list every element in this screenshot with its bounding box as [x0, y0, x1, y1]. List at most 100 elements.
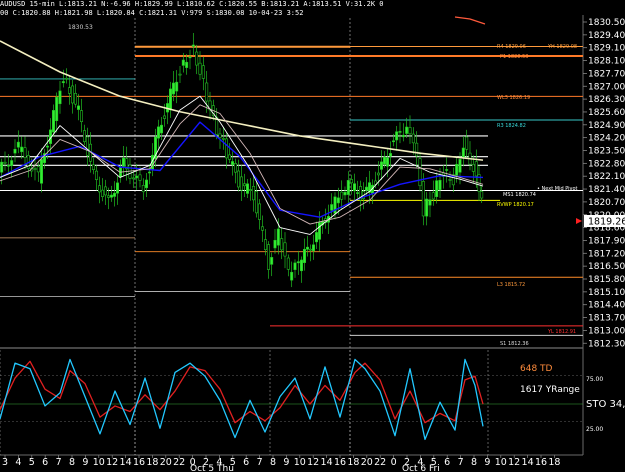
time-tick-label: 6	[444, 457, 450, 468]
candle-body	[101, 189, 105, 197]
ms1-label: MS1 1820.74	[503, 192, 536, 198]
candle-body	[45, 145, 49, 148]
candle-body	[185, 61, 189, 68]
price-tick-label: 1817.90	[588, 236, 625, 246]
candle-body	[249, 189, 253, 191]
time-tick-label: 12	[307, 457, 319, 468]
price-tick-label: 1830.50	[588, 18, 625, 28]
candle-body	[395, 131, 399, 141]
time-tick-label: 9	[283, 457, 289, 468]
candle-body	[411, 133, 415, 144]
candle-body	[201, 65, 205, 79]
rvwp-label: RVWP 1820.17	[497, 202, 534, 208]
candle-body	[65, 77, 69, 80]
yl-label: YL 1812.91	[547, 329, 576, 335]
price-tick-label: 1827.70	[588, 69, 625, 79]
candle-body	[71, 85, 75, 104]
candle-body	[181, 59, 185, 66]
time-tick-label: 9	[82, 457, 88, 468]
candle-body	[243, 183, 247, 187]
sto-label: STO 34,	[586, 399, 625, 410]
candle-body	[163, 115, 167, 119]
time-tick-label: 10	[294, 457, 306, 468]
candle-body	[77, 105, 81, 110]
candle-body	[95, 170, 99, 180]
candle-body	[346, 180, 350, 195]
candle-body	[33, 168, 37, 170]
candle-body	[376, 172, 380, 176]
candle-body	[195, 51, 199, 66]
series-ema-fast-b	[0, 104, 484, 225]
time-tick-label: 7	[56, 457, 62, 468]
candle-body	[270, 257, 274, 265]
price-tick-label: 1812.30	[588, 339, 625, 349]
high-marker-label: 1830.53	[68, 24, 93, 31]
time-tick-label: 6	[42, 457, 48, 468]
price-tick-label: 1824.90	[588, 121, 625, 131]
price-tick-label: 1822.80	[588, 159, 625, 169]
p1-label: P1 1828.53	[500, 54, 528, 60]
candle-body	[343, 192, 347, 196]
series-%K	[0, 358, 484, 441]
candle-body	[113, 192, 117, 197]
time-tick-label: 18	[548, 457, 560, 468]
candle-body	[445, 169, 449, 171]
time-tick-label: 16	[535, 457, 547, 468]
candle-body	[391, 140, 395, 143]
time-tick-label: 6	[243, 457, 249, 468]
price-tick-label: 1822.10	[588, 172, 625, 182]
candle-body	[435, 180, 439, 198]
candle-body	[61, 81, 65, 84]
date-label-0: Oct 5 Thu	[190, 464, 234, 472]
candle-body	[16, 141, 20, 148]
candle-body	[474, 161, 478, 177]
candle-body	[349, 179, 353, 184]
candle-body	[336, 197, 340, 204]
candle-body	[431, 192, 435, 200]
time-tick-label: 7	[458, 457, 464, 468]
candle-body	[58, 90, 62, 105]
time-tick-label: 10	[495, 457, 507, 468]
price-tick-label: 1826.30	[588, 95, 625, 105]
price-tick-label: 1817.20	[588, 249, 625, 259]
candle-body	[68, 87, 72, 94]
price-tick-label: 1815.80	[588, 275, 625, 285]
time-tick-label: 8	[471, 457, 477, 468]
candle-body	[246, 183, 250, 194]
candle-body	[148, 171, 152, 174]
candle-body	[352, 183, 356, 192]
chart-canvas[interactable]: 1830.53 R4 1829.06 YH 1829.08 P1 1828.53 WL3…	[0, 0, 625, 472]
time-tick-label: 8	[69, 457, 75, 468]
candle-body	[237, 170, 241, 188]
price-tick-label: 1813.70	[588, 314, 625, 324]
candle-body	[74, 93, 78, 105]
time-tick-label: 5	[29, 457, 35, 468]
candle-body	[141, 185, 145, 193]
candle-body	[157, 126, 161, 139]
candle-body	[13, 148, 17, 154]
candle-body	[110, 194, 114, 198]
candle-body	[145, 179, 149, 189]
price-tick-label: 1824.20	[588, 134, 625, 144]
candle-body	[83, 130, 87, 143]
candle-body	[135, 175, 139, 179]
candle-body	[273, 239, 277, 249]
candle-body	[260, 226, 264, 231]
candle-body	[302, 248, 306, 263]
candle-body	[428, 199, 432, 206]
time-tick-label: 20	[160, 457, 172, 468]
price-tick-label: 1823.50	[588, 147, 625, 157]
price-tick-label: 1829.10	[588, 44, 625, 54]
price-tick-label: 1813.00	[588, 326, 625, 336]
candle-body	[86, 136, 90, 156]
candle-body	[257, 203, 261, 220]
candle-body	[276, 228, 280, 246]
candle-body	[388, 153, 392, 157]
candle-body	[6, 165, 10, 167]
candle-body	[438, 179, 442, 190]
time-tick-label: 8	[270, 457, 276, 468]
candle-body	[218, 133, 222, 138]
candle-body	[80, 110, 84, 123]
candle-body	[308, 248, 312, 251]
yh-label: YH 1829.08	[547, 44, 577, 50]
